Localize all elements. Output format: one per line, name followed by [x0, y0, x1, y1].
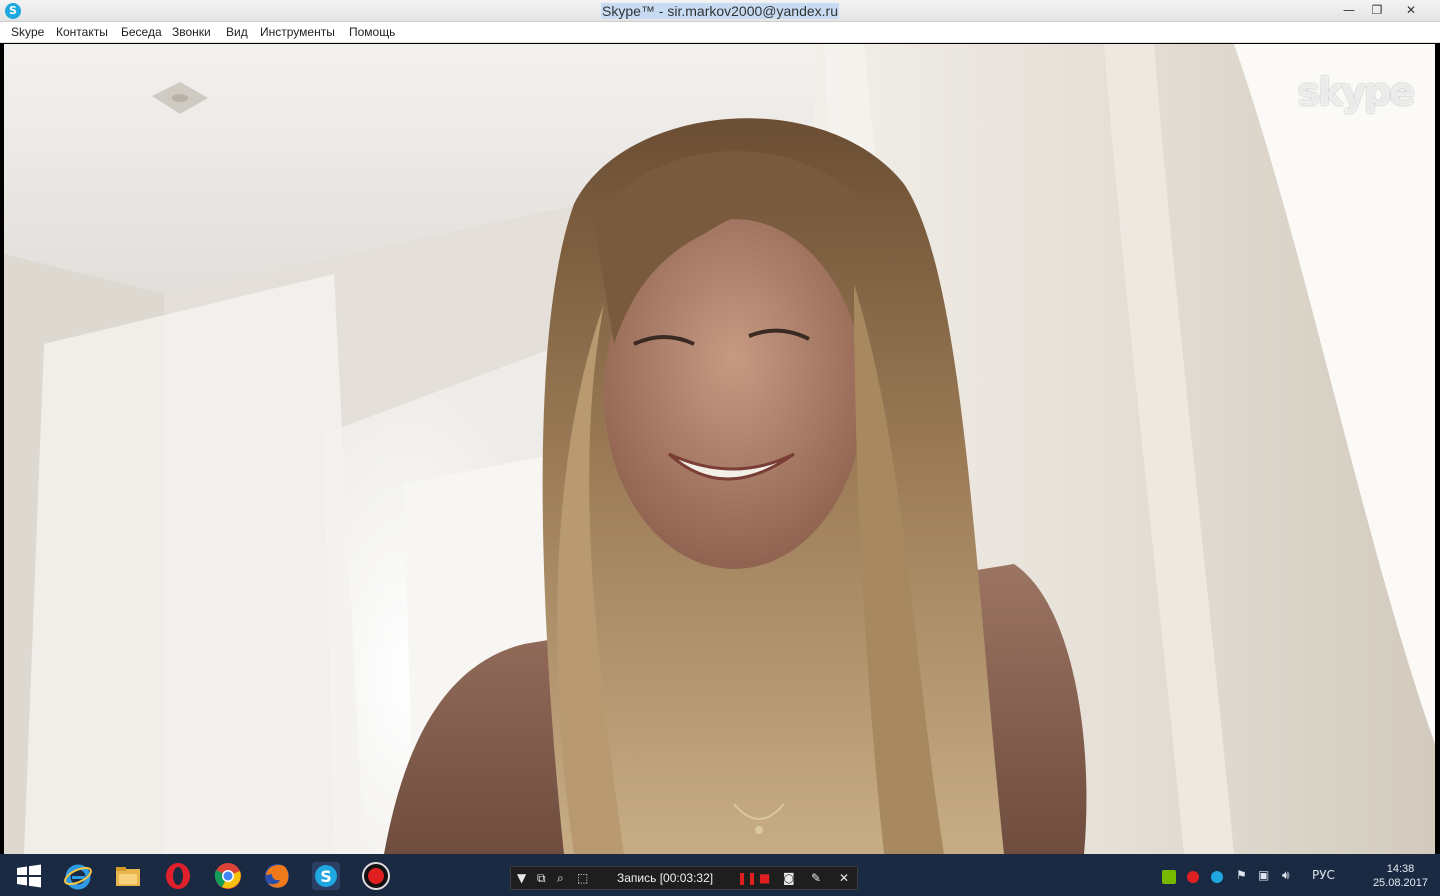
recorder-close-icon[interactable]: ✕ [839, 870, 849, 886]
opera-icon[interactable] [163, 861, 193, 891]
skype-watermark-logo: skype [1297, 70, 1415, 114]
chrome-icon[interactable] [213, 861, 243, 891]
menu-help[interactable]: Помощь [349, 25, 395, 39]
record-icon[interactable] [361, 861, 391, 891]
tray-network-icon[interactable]: ▣ [1258, 868, 1269, 882]
recorder-draw-icon[interactable]: ✎ [811, 870, 821, 886]
tray-language[interactable]: РУС [1312, 868, 1335, 882]
menu-bar: Skype Контакты Беседа Звонки Вид Инструм… [0, 22, 1440, 43]
firefox-icon[interactable] [262, 861, 292, 891]
minimize-button[interactable]: — [1334, 1, 1364, 19]
file-explorer-icon[interactable] [113, 861, 143, 891]
clock-time: 14:38 [1386, 863, 1415, 875]
recorder-pause-icon[interactable]: ❚❚ [737, 870, 757, 886]
recorder-status: Запись [00:03:32] [617, 871, 714, 885]
menu-conversation[interactable]: Беседа [121, 25, 162, 39]
tray-record-icon[interactable] [1186, 870, 1200, 884]
menu-contacts[interactable]: Контакты [56, 25, 108, 39]
window-title: Skype™ - sir.markov2000@yandex.ru [601, 3, 839, 19]
svg-text:S: S [320, 867, 332, 886]
skype-icon[interactable]: S [311, 861, 341, 891]
recorder-screenshot-icon[interactable]: ◙ [783, 870, 795, 886]
recorder-dropdown-icon[interactable]: ▼ [517, 870, 526, 886]
menu-tools[interactable]: Инструменты [260, 25, 335, 39]
menu-skype[interactable]: Skype [11, 25, 44, 39]
close-button[interactable]: ✕ [1396, 1, 1426, 19]
windows-start-icon[interactable] [14, 861, 44, 891]
menu-calls[interactable]: Звонки [172, 25, 211, 39]
clock-date: 25.08.2017 [1372, 877, 1428, 889]
menu-view[interactable]: Вид [226, 25, 248, 39]
tray-nvidia-icon[interactable] [1162, 870, 1176, 884]
internet-explorer-icon[interactable] [63, 861, 93, 891]
recorder-window-icon[interactable]: ⧉ [537, 870, 546, 886]
recorder-region-icon[interactable]: ⬚ [577, 870, 588, 886]
recorder-toolbar: ▼ ⧉ ⌕ ⬚ Запись [00:03:32] ❚❚ ■ ◙ ✎ ✕ [510, 866, 858, 890]
tray-volume-icon[interactable]: 🔊︎ [1282, 868, 1290, 883]
video-frame [4, 44, 1435, 854]
recorder-stop-icon[interactable]: ■ [759, 870, 770, 886]
tray-flag-icon[interactable]: ⚑ [1236, 868, 1247, 882]
tray-clock[interactable]: 14:38 25.08.2017 [1373, 862, 1428, 890]
video-call-view: skype [4, 44, 1435, 854]
restore-button[interactable]: ❐ [1362, 1, 1392, 19]
window-titlebar: S Skype™ - sir.markov2000@yandex.ru — ❐ … [0, 0, 1440, 22]
tray-skype-icon[interactable] [1210, 870, 1224, 884]
recorder-zoom-icon[interactable]: ⌕ [557, 870, 564, 886]
